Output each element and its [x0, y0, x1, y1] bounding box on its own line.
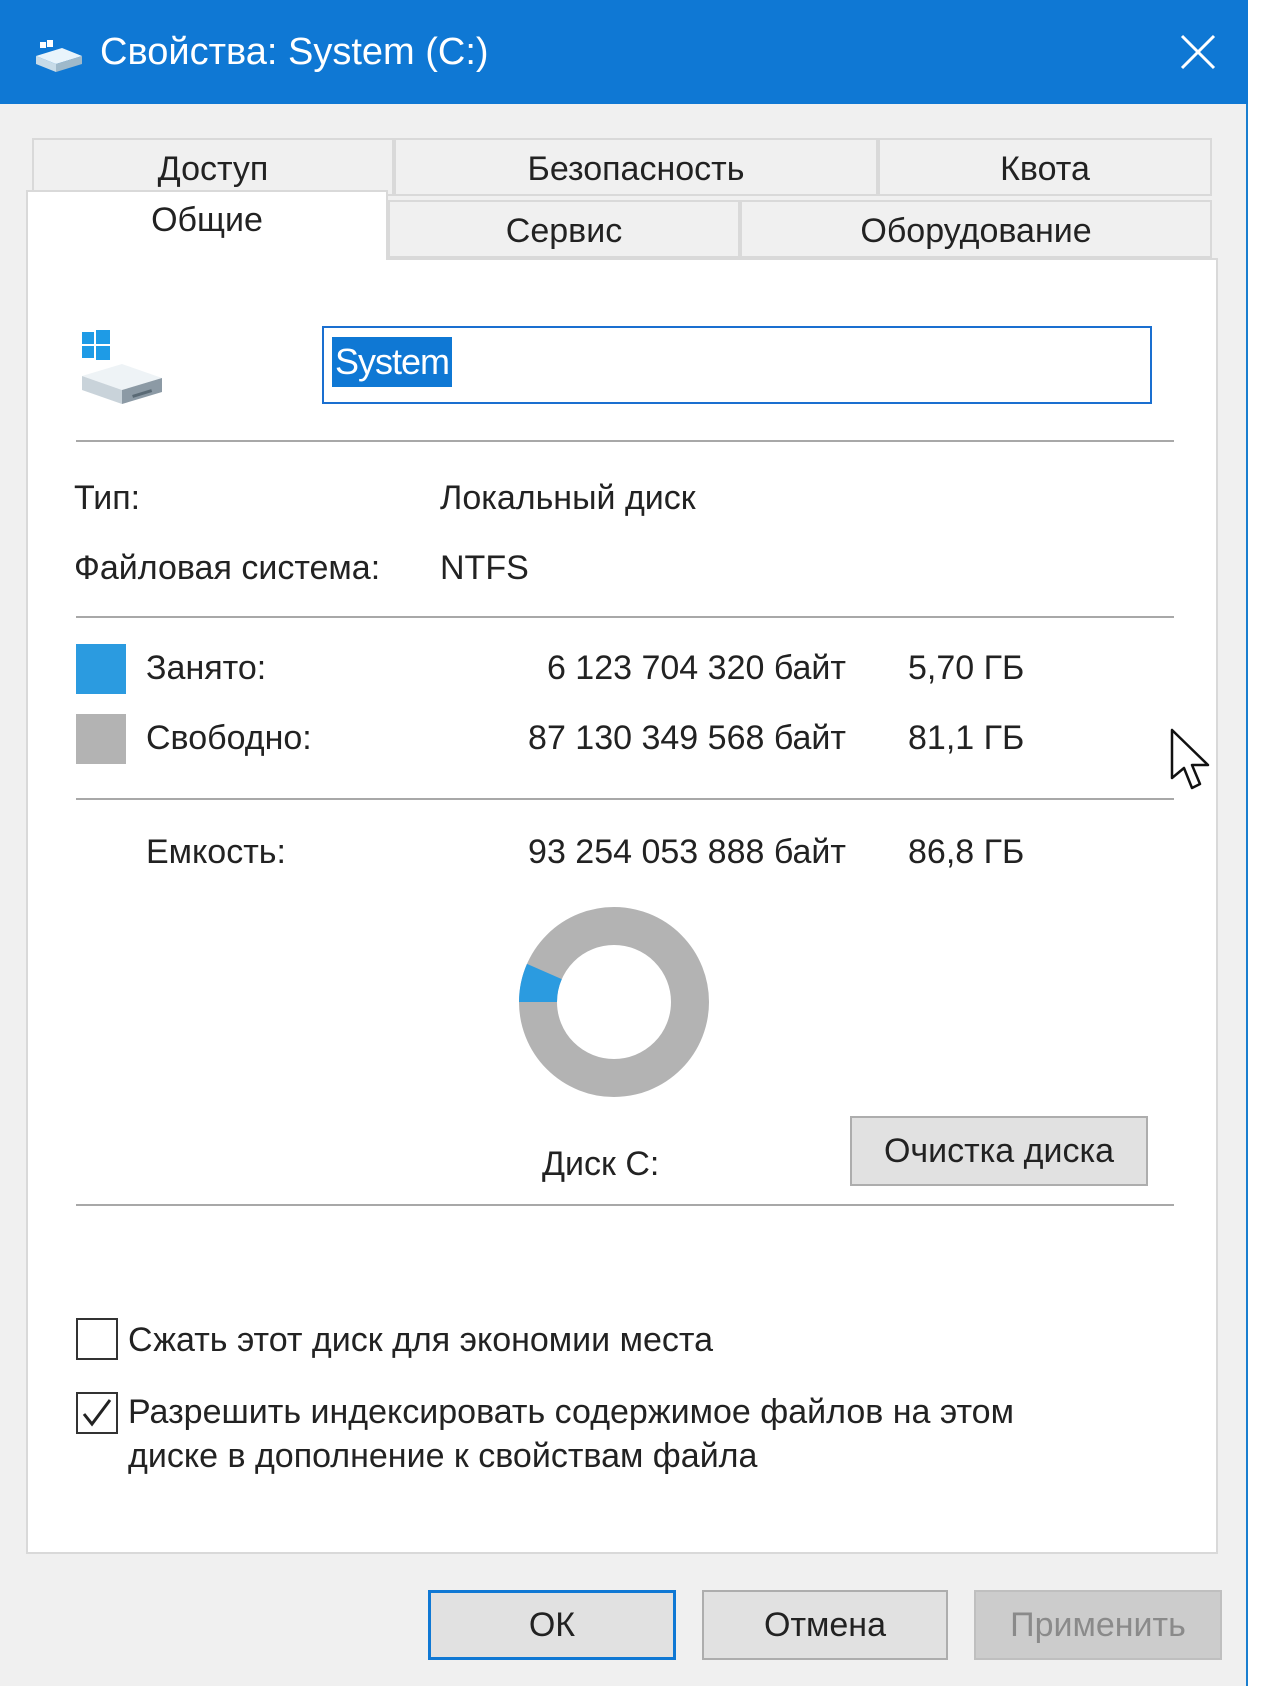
separator	[76, 1204, 1174, 1206]
used-bytes: 6 123 704 320 байт	[546, 649, 846, 687]
separator	[76, 798, 1174, 800]
tab-quota[interactable]: Квота	[878, 138, 1212, 196]
title-bar[interactable]: Свойства: System (C:)	[0, 0, 1248, 104]
capacity-label: Емкость:	[146, 833, 286, 871]
used-label: Занято:	[146, 649, 267, 687]
separator	[76, 440, 1174, 442]
type-value: Локальный диск	[440, 479, 696, 517]
used-gb: 5,70 ГБ	[908, 649, 1025, 687]
free-bytes: 87 130 349 568 байт	[528, 719, 846, 757]
tab-hardware[interactable]: Оборудование	[740, 200, 1212, 258]
background-strip	[1250, 0, 1280, 1686]
tab-tools[interactable]: Сервис	[388, 200, 740, 258]
disk-usage-donut	[519, 907, 709, 1097]
type-label: Тип:	[74, 479, 141, 517]
filesystem-value: NTFS	[440, 549, 529, 587]
used-space-arc	[519, 963, 563, 1003]
mouse-cursor-icon	[1170, 728, 1210, 790]
free-label: Свободно:	[146, 719, 312, 757]
apply-button[interactable]: Применить	[974, 1590, 1222, 1660]
volume-name-selection: System	[332, 337, 453, 387]
used-space-swatch	[76, 644, 126, 694]
disk-label: Диск С:	[542, 1145, 660, 1183]
drive-icon	[36, 40, 82, 72]
index-label-line1: Разрешить индексировать содержимое файло…	[128, 1393, 1014, 1431]
filesystem-label: Файловая система:	[74, 549, 381, 587]
tab-general[interactable]: Общие	[26, 190, 388, 260]
index-checkbox[interactable]	[76, 1392, 118, 1434]
checkmark-icon	[82, 1399, 112, 1427]
capacity-gb: 86,8 ГБ	[908, 833, 1025, 871]
compress-checkbox[interactable]	[76, 1318, 118, 1360]
window-title: Свойства: System (C:)	[100, 31, 489, 73]
free-gb: 81,1 ГБ	[908, 719, 1025, 757]
separator	[76, 616, 1174, 618]
free-space-swatch	[76, 714, 126, 764]
general-panel: System Тип: Локальный диск Файловая сист…	[26, 258, 1218, 1554]
disk-cleanup-button[interactable]: Очистка диска	[850, 1116, 1148, 1186]
system-drive-icon	[82, 330, 162, 404]
ok-button[interactable]: ОК	[428, 1590, 676, 1660]
compress-label: Сжать этот диск для экономии места	[128, 1321, 713, 1359]
tab-access[interactable]: Доступ	[32, 138, 394, 196]
free-space-ring	[519, 907, 709, 1097]
close-button[interactable]	[1150, 0, 1248, 104]
tab-security[interactable]: Безопасность	[394, 138, 878, 196]
index-label-line2: диске в дополнение к свойствам файла	[128, 1437, 758, 1475]
properties-dialog: Свойства: System (C:) Доступ Безопасност…	[0, 0, 1248, 1686]
close-icon	[1180, 34, 1216, 70]
capacity-bytes: 93 254 053 888 байт	[528, 833, 846, 871]
cancel-button[interactable]: Отмена	[702, 1590, 948, 1660]
